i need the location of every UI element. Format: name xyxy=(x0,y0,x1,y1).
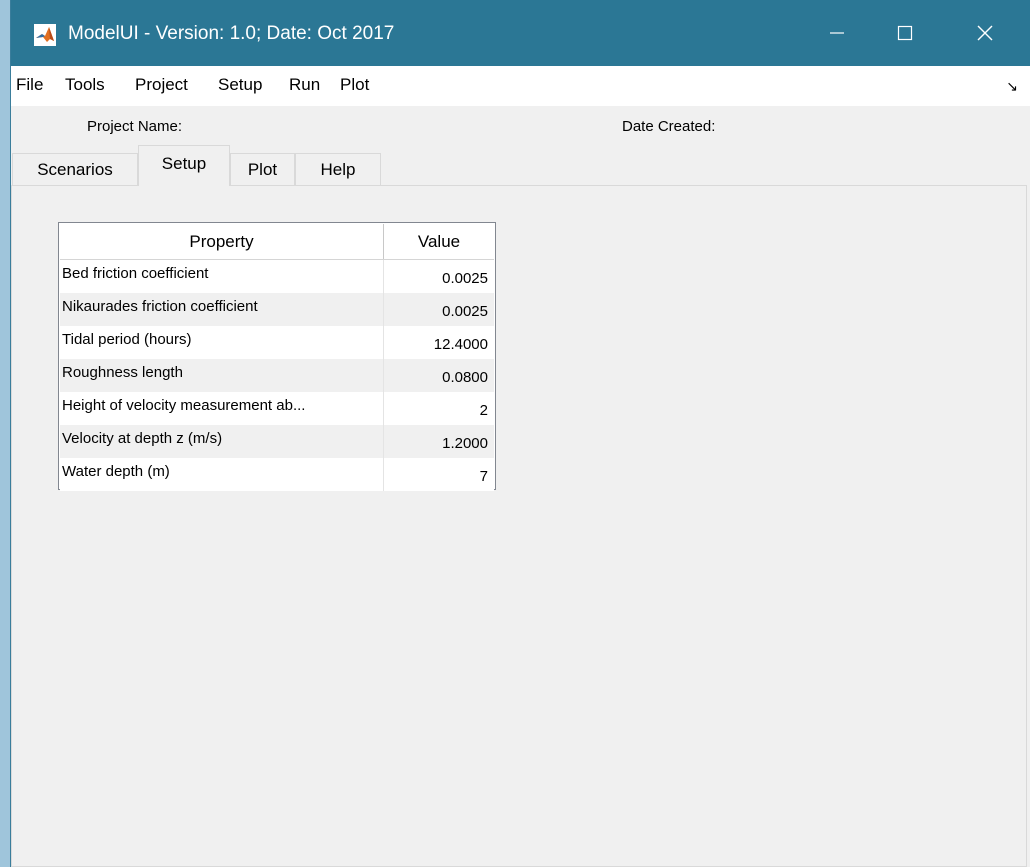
title-bar[interactable]: ModelUI - Version: 1.0; Date: Oct 2017 xyxy=(11,0,1030,66)
property-cell: Roughness length xyxy=(60,359,384,392)
value-cell[interactable]: 0.0800 xyxy=(384,359,494,392)
project-name-label: Project Name: xyxy=(87,118,183,135)
table-row[interactable]: Height of velocity measurement ab... 2 xyxy=(60,392,494,425)
matlab-logo-icon xyxy=(34,24,56,46)
maximize-icon xyxy=(897,25,913,41)
maximize-button[interactable] xyxy=(875,0,935,66)
column-header-value[interactable]: Value xyxy=(384,224,494,259)
menu-plot[interactable]: Plot xyxy=(340,74,369,96)
property-cell: Nikaurades friction coefficient xyxy=(60,293,384,326)
table-row[interactable]: Bed friction coefficient 0.0025 xyxy=(60,260,494,293)
date-created-label: Date Created: xyxy=(622,118,716,135)
close-icon xyxy=(977,25,993,41)
table-row[interactable]: Water depth (m) 7 xyxy=(60,458,494,491)
app-window: ModelUI - Version: 1.0; Date: Oct 2017 F… xyxy=(11,0,1030,867)
minimize-button[interactable] xyxy=(807,0,867,66)
window-title: ModelUI - Version: 1.0; Date: Oct 2017 xyxy=(68,23,395,44)
property-cell: Bed friction coefficient xyxy=(60,260,384,293)
menu-project[interactable]: Project xyxy=(135,74,188,96)
value-cell[interactable]: 0.0025 xyxy=(384,260,494,293)
value-cell[interactable]: 2 xyxy=(384,392,494,425)
property-cell: Tidal period (hours) xyxy=(60,326,384,359)
tab-scenarios[interactable]: Scenarios xyxy=(12,153,138,185)
menu-tools[interactable]: Tools xyxy=(65,74,105,96)
undock-arrow-icon[interactable]: ↘ xyxy=(1006,78,1018,94)
tab-setup[interactable]: Setup xyxy=(138,145,230,186)
value-cell[interactable]: 1.2000 xyxy=(384,425,494,458)
table-row[interactable]: Tidal period (hours) 12.4000 xyxy=(60,326,494,359)
column-header-property[interactable]: Property xyxy=(60,224,384,259)
minimize-icon xyxy=(830,32,844,34)
menu-file[interactable]: File xyxy=(16,74,43,96)
property-table[interactable]: Property Value Bed friction coefficient … xyxy=(58,222,496,491)
tab-plot[interactable]: Plot xyxy=(230,153,295,185)
table-header: Property Value xyxy=(60,224,494,260)
value-cell[interactable]: 0.0025 xyxy=(384,293,494,326)
value-cell[interactable]: 12.4000 xyxy=(384,326,494,359)
menu-setup[interactable]: Setup xyxy=(218,74,262,96)
menu-bar: File Tools Project Setup Run Plot ↘ xyxy=(11,66,1030,106)
table-row[interactable]: Roughness length 0.0800 xyxy=(60,359,494,392)
property-cell: Height of velocity measurement ab... xyxy=(60,392,384,425)
close-button[interactable] xyxy=(955,0,1015,66)
property-cell: Water depth (m) xyxy=(60,458,384,491)
property-cell: Velocity at depth z (m/s) xyxy=(60,425,384,458)
tab-strip: Scenarios Setup Plot Help xyxy=(11,145,1030,186)
menu-run[interactable]: Run xyxy=(289,74,320,96)
value-cell[interactable]: 7 xyxy=(384,458,494,491)
table-row[interactable]: Velocity at depth z (m/s) 1.2000 xyxy=(60,425,494,458)
tab-help[interactable]: Help xyxy=(295,153,381,185)
table-row[interactable]: Nikaurades friction coefficient 0.0025 xyxy=(60,293,494,326)
